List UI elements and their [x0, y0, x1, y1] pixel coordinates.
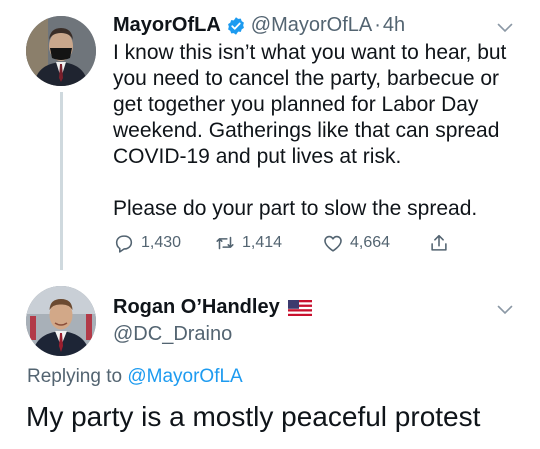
share-button[interactable]: [428, 232, 450, 254]
tweet-body: I know this isn’t what you want to hear,…: [113, 40, 506, 222]
retweet-count: 1,414: [242, 234, 283, 251]
mayor-avatar-image: [26, 16, 96, 86]
replying-to-prefix: Replying to: [27, 366, 123, 387]
tweet-menu-chevron-icon[interactable]: [497, 20, 513, 38]
retweet-button[interactable]: 1,414: [214, 232, 282, 254]
us-flag-icon: [287, 299, 312, 316]
heart-icon: [324, 235, 342, 252]
author-handle[interactable]: @MayorOfLA: [251, 14, 372, 37]
tweet-body-closing: Please do your part to slow the spread.: [113, 197, 478, 220]
reply-header: Rogan O’Handley: [113, 296, 312, 319]
author-name[interactable]: MayorOfLA: [113, 14, 221, 37]
tweet-header: MayorOfLA @MayorOfLA · 4h: [113, 14, 405, 37]
mayor-avatar[interactable]: [26, 16, 96, 86]
reply-body: My party is a mostly peaceful protest: [26, 401, 481, 432]
like-button[interactable]: 4,664: [322, 232, 390, 254]
rogan-avatar-image: [26, 286, 96, 356]
thread-connector-line: [60, 92, 63, 270]
reply-menu-chevron-icon[interactable]: [497, 302, 513, 320]
dot-separator: ·: [374, 14, 381, 36]
reply-author-handle[interactable]: @DC_Draino: [113, 323, 232, 346]
reply-button[interactable]: 1,430: [113, 232, 181, 254]
verified-badge-icon: [226, 16, 246, 36]
reply-count: 1,430: [141, 234, 182, 251]
replying-to-line: Replying to @MayorOfLA: [27, 366, 243, 388]
reply-icon: [115, 235, 133, 253]
share-icon: [431, 234, 447, 251]
tweet-body-line: you need to cancel the party, barbecue o…: [113, 67, 500, 90]
replying-to-handle-link[interactable]: @MayorOfLA: [127, 366, 242, 387]
tweet-timestamp[interactable]: 4h: [383, 14, 405, 37]
tweet-body-line: I know this isn’t what you want to hear,…: [113, 41, 507, 64]
tweet-body-line: weekend. Gatherings like that can spread: [113, 119, 500, 142]
like-count: 4,664: [350, 234, 391, 251]
retweet-icon: [216, 236, 234, 250]
tweet-body-line: COVID-19 and put lives at risk.: [113, 145, 402, 168]
rogan-avatar[interactable]: [26, 286, 96, 356]
tweet-body-line: get together you planned for Labor Day: [113, 93, 479, 116]
reply-author-name[interactable]: Rogan O’Handley: [113, 296, 280, 319]
